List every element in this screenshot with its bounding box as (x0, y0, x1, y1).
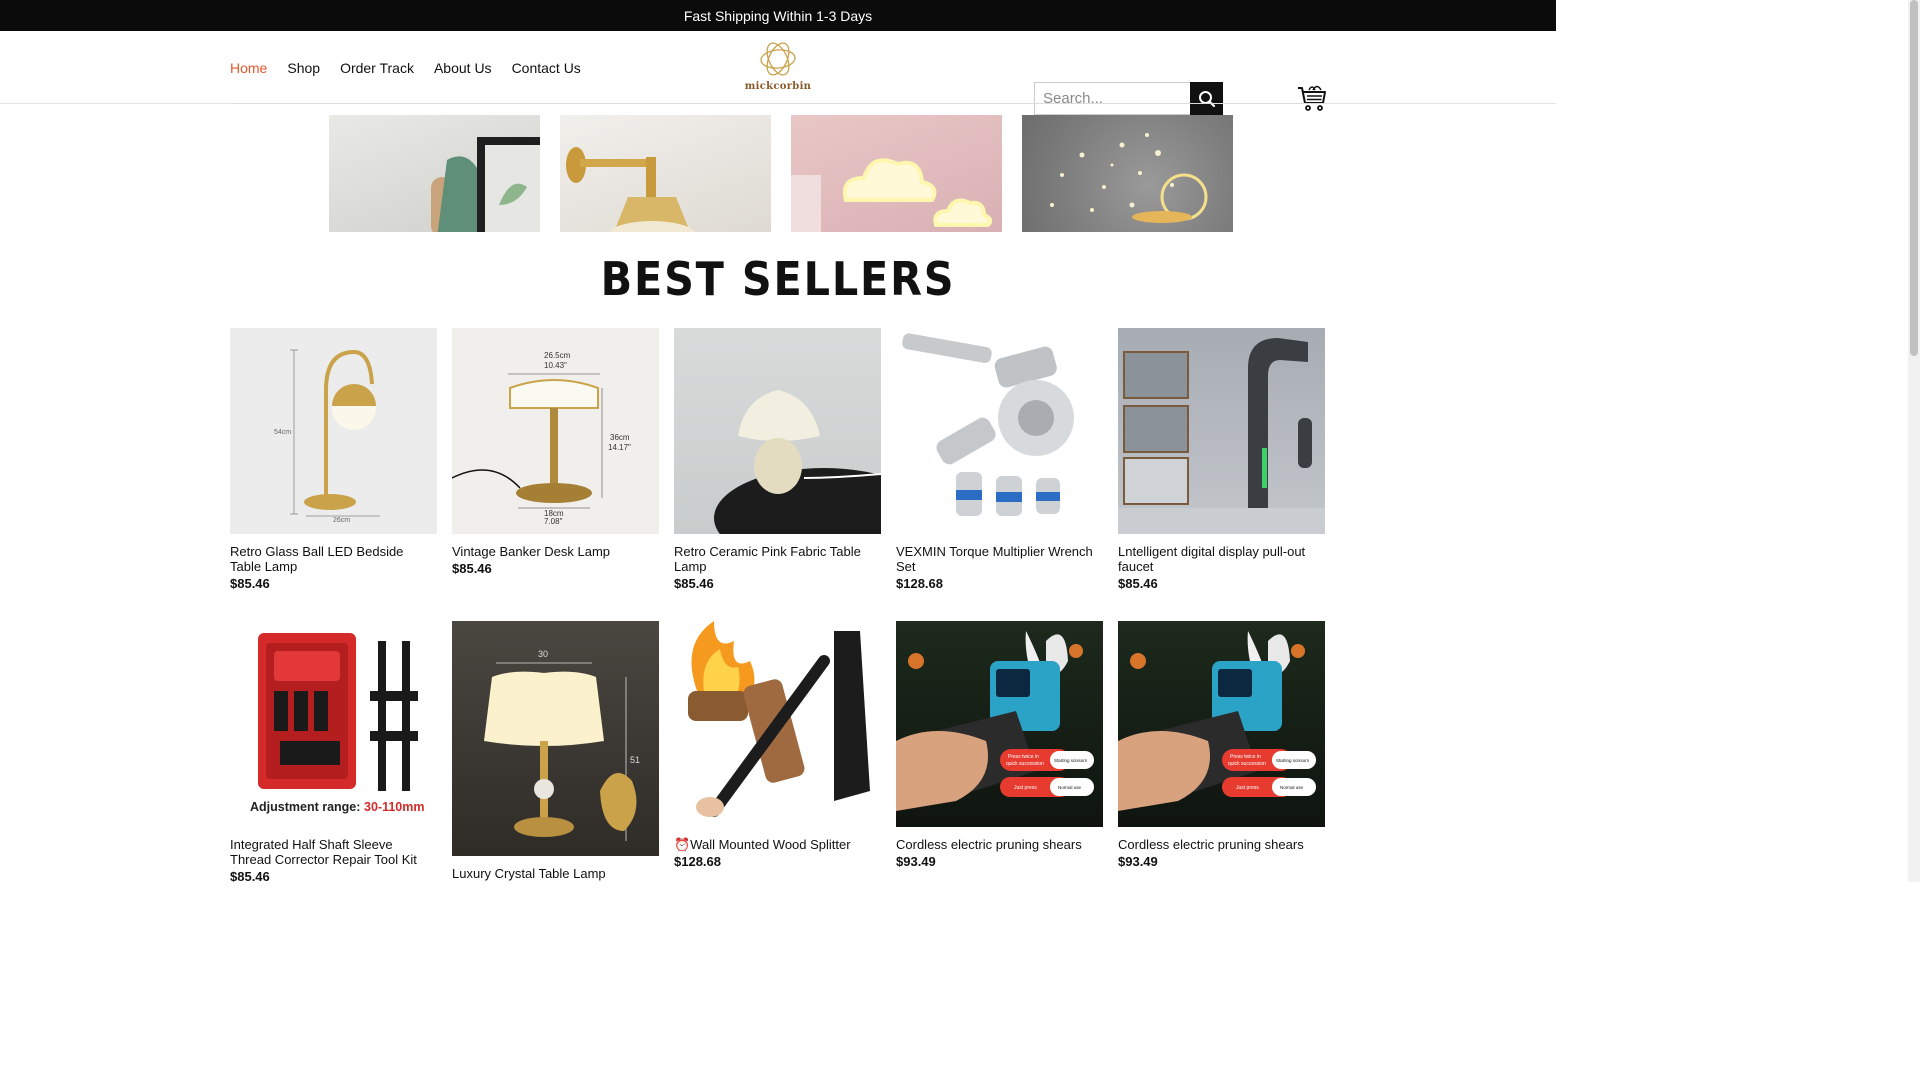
product-image[interactable] (1118, 328, 1325, 534)
pruner-tag-text: Normal use (1058, 785, 1082, 790)
category-banner (329, 115, 1233, 232)
product-grid: 54cm 26cm Retro Glass Ball LED Bedside T… (230, 328, 1326, 882)
product-card[interactable]: Adjustment range: 30-110mm Integrated Ha… (230, 621, 437, 882)
product-card[interactable]: 26.5cm 10.43" 36cm 14.17" 18cm 7.08" Vin… (452, 328, 659, 591)
header-divider (230, 103, 1326, 104)
product-price: $128.68 (674, 854, 721, 869)
product-name[interactable]: Luxury Crystal Table Lamp (452, 866, 659, 881)
pruner-tag-text: Just press (1236, 785, 1259, 791)
nav-shop[interactable]: Shop (287, 60, 320, 76)
product-price: $93.49 (896, 854, 936, 869)
product-card[interactable]: 54cm 26cm Retro Glass Ball LED Bedside T… (230, 328, 437, 591)
page-scrollbar[interactable] (1908, 0, 1920, 882)
product-name[interactable]: Retro Ceramic Pink Fabric Table Lamp (674, 544, 881, 574)
product-name[interactable]: Cordless electric pruning shears (896, 837, 1103, 852)
product-image[interactable]: 54cm 26cm (230, 328, 437, 534)
dimension-top-in: 10.43" (544, 361, 567, 370)
announcement-text: Fast Shipping Within 1-3 Days (683, 7, 873, 24)
pruner-tag-text: Normal use (1280, 785, 1304, 790)
adjustment-caption: Adjustment range: (250, 800, 360, 814)
pruner-tag-text: Press twice in (1230, 754, 1261, 760)
pruner-tag-text: Press twice in (1008, 754, 1039, 760)
site-logo[interactable]: mickcorbin (740, 39, 816, 99)
product-card[interactable]: ⏰Wall Mounted Wood Splitter $128.68 (674, 621, 881, 882)
product-price: $85.46 (674, 576, 714, 591)
product-image[interactable] (674, 621, 881, 827)
product-name[interactable]: VEXMIN Torque Multiplier Wrench Set (896, 544, 1103, 574)
nav-about-us[interactable]: About Us (434, 60, 492, 76)
banner-wall-lamp-brass[interactable] (560, 115, 771, 232)
dimension-side-in: 14.17" (608, 443, 631, 452)
main-nav: Home Shop Order Track About Us Contact U… (230, 31, 581, 104)
dimension-width: 30 (538, 649, 548, 659)
pruner-tag-text: quick succession (1006, 761, 1044, 767)
product-price: $85.46 (230, 576, 270, 591)
cart-button[interactable] (1297, 83, 1327, 113)
pruner-tag-text: Starting scissors (1276, 758, 1310, 763)
product-image[interactable]: 30 51 (452, 621, 659, 856)
dimension-base-in: 7.08" (544, 517, 563, 526)
product-name[interactable]: Cordless electric pruning shears (1118, 837, 1325, 852)
pruner-tag-text: quick succession (1228, 761, 1266, 767)
cart-icon (1298, 85, 1326, 111)
nav-contact-us[interactable]: Contact Us (512, 60, 581, 76)
dimension-height: 51 (630, 755, 640, 765)
product-card[interactable]: Press twice in quick succession Starting… (896, 621, 1103, 882)
product-price: $85.46 (1118, 576, 1158, 591)
product-card[interactable]: Retro Ceramic Pink Fabric Table Lamp $85… (674, 328, 881, 591)
dimension-width: 26cm (333, 517, 350, 524)
product-image[interactable]: Press twice in quick succession Starting… (1118, 621, 1325, 827)
dimension-top: 26.5cm (544, 351, 571, 360)
product-image[interactable] (674, 328, 881, 534)
product-image[interactable]: Adjustment range: 30-110mm (230, 621, 437, 827)
announcement-bar: Fast Shipping Within 1-3 Days (0, 0, 1556, 31)
product-image[interactable] (896, 328, 1103, 534)
search-form: Search... (1034, 82, 1223, 115)
banner-cloud-lights[interactable] (791, 115, 1002, 232)
product-card[interactable]: Lntelligent digital display pull-out fau… (1118, 328, 1325, 591)
search-icon (1198, 90, 1215, 107)
banner-star-projector[interactable] (1022, 115, 1233, 232)
pruner-tag-text: Just press (1014, 785, 1037, 791)
product-name[interactable]: Integrated Half Shaft Sleeve Thread Corr… (230, 837, 437, 867)
logo-icon (760, 42, 796, 76)
product-price: $85.46 (452, 561, 492, 576)
product-card[interactable]: Press twice in quick succession Starting… (1118, 621, 1325, 882)
section-title: BEST SELLERS (600, 252, 956, 306)
product-image[interactable]: 26.5cm 10.43" 36cm 14.17" 18cm 7.08" (452, 328, 659, 534)
dimension-side: 36cm (610, 433, 630, 442)
product-name[interactable]: Retro Glass Ball LED Bedside Table Lamp (230, 544, 437, 574)
logo-text: mickcorbin (744, 81, 812, 92)
search-button[interactable] (1190, 82, 1223, 115)
product-name[interactable]: Lntelligent digital display pull-out fau… (1118, 544, 1325, 574)
product-price: $93.49 (1118, 854, 1158, 869)
product-name[interactable]: ⏰Wall Mounted Wood Splitter (674, 837, 881, 852)
search-input[interactable]: Search... (1034, 82, 1190, 115)
dimension-height: 54cm (274, 429, 291, 436)
banner-wall-lamp-green[interactable] (329, 115, 540, 232)
adjustment-range: 30-110mm (364, 800, 424, 814)
nav-order-track[interactable]: Order Track (340, 60, 414, 76)
product-price: $85.46 (230, 869, 270, 882)
product-price: $128.68 (896, 576, 943, 591)
pruner-tag-text: Starting scissors (1054, 758, 1088, 763)
scrollbar-thumb[interactable] (1910, 0, 1918, 356)
product-card[interactable]: 30 51 Luxury Crystal Table Lamp (452, 621, 659, 882)
nav-home[interactable]: Home (230, 60, 267, 76)
page: Fast Shipping Within 1-3 Days Home Shop … (0, 0, 1556, 882)
product-image[interactable]: Press twice in quick succession Starting… (896, 621, 1103, 827)
site-header: Home Shop Order Track About Us Contact U… (0, 31, 1556, 115)
product-card[interactable]: VEXMIN Torque Multiplier Wrench Set $128… (896, 328, 1103, 591)
product-name[interactable]: Vintage Banker Desk Lamp (452, 544, 659, 559)
